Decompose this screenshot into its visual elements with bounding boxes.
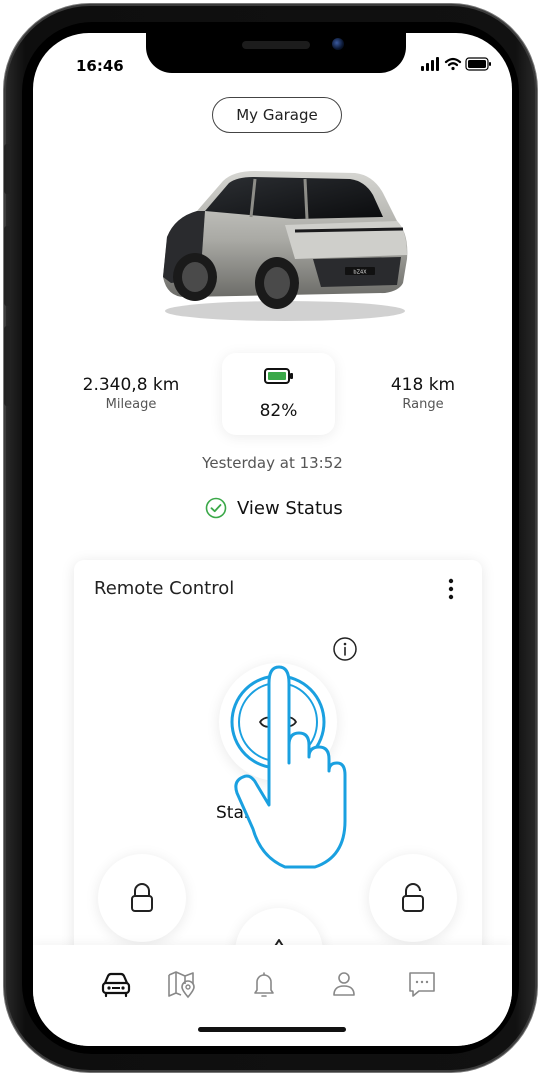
speaker <box>242 41 310 49</box>
notch <box>146 33 406 73</box>
last-updated: Yesterday at 13:52 <box>202 454 343 472</box>
mileage-value: 2.340,8 km <box>82 375 180 395</box>
range-stat: 418 km Range <box>363 375 483 412</box>
svg-text:bZ4X: bZ4X <box>353 270 367 276</box>
tab-vehicle-icon[interactable] <box>99 967 133 1001</box>
front-camera <box>332 38 344 50</box>
vehicle-image: bZ4X <box>163 171 408 321</box>
more-options-icon[interactable] <box>446 578 456 602</box>
lock-button[interactable] <box>98 854 186 942</box>
signal-icon <box>421 57 439 71</box>
battery-percent: 82% <box>259 401 298 421</box>
mileage-label: Mileage <box>105 397 157 412</box>
wifi-icon <box>444 57 462 71</box>
mileage-stat: 2.340,8 km Mileage <box>69 375 193 412</box>
app-screen: 16:46 My Garage bZ4X 2.340,8 km Mileage … <box>33 33 512 1046</box>
my-garage-button[interactable]: My Garage <box>212 97 342 133</box>
unlock-button[interactable] <box>369 854 457 942</box>
lock-icon <box>131 883 153 912</box>
tab-notifications-icon[interactable] <box>247 967 281 1001</box>
status-icons <box>421 57 491 71</box>
status-time: 16:46 <box>76 57 124 75</box>
tab-profile-icon[interactable] <box>327 967 361 1001</box>
view-status-label: View Status <box>237 497 343 519</box>
check-circle-icon <box>205 497 227 519</box>
battery-card: 82% <box>222 353 335 435</box>
tap-hand-icon <box>234 665 347 869</box>
tab-map-icon[interactable] <box>165 967 199 1001</box>
battery-status-icon <box>465 57 491 71</box>
battery-icon <box>264 368 293 384</box>
home-indicator[interactable] <box>198 1027 346 1032</box>
side-button-silent <box>4 144 11 194</box>
view-status-link[interactable]: View Status <box>205 495 343 521</box>
remote-control-title: Remote Control <box>94 578 235 599</box>
range-label: Range <box>402 397 444 412</box>
side-button-volume-down <box>4 326 11 406</box>
side-button-volume-up <box>4 226 11 306</box>
range-value: 418 km <box>390 375 456 395</box>
tab-messages-icon[interactable] <box>405 967 439 1001</box>
unlock-icon <box>402 883 424 912</box>
